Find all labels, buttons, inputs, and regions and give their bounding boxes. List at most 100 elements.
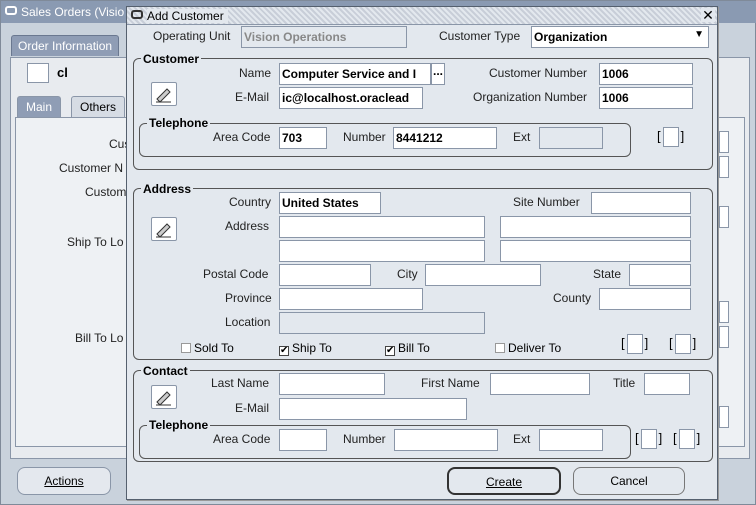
state-label: State [593,267,622,281]
close-icon[interactable]: ✕ [701,8,715,22]
bracket-close: ] [692,335,697,351]
bracket-close: ] [680,128,685,144]
customer-ext-field[interactable] [539,127,603,149]
subtab-others[interactable]: Others [71,96,126,117]
address-descriptive-flex-2[interactable]: [] [669,334,696,354]
postal-code-field[interactable] [279,264,371,286]
city-field[interactable] [425,264,541,286]
actions-button[interactable]: Actions [17,467,111,495]
create-label: Create [485,475,523,489]
contact-descriptive-flex-1[interactable]: [] [635,429,662,449]
title-field[interactable] [644,373,690,395]
address-line3-field[interactable] [279,240,485,262]
deliver-to-checkbox[interactable]: Deliver To [495,341,561,355]
actions-label: Actions [44,474,84,488]
customer-name-field[interactable]: Computer Service and I [279,63,431,85]
flex-field-box[interactable] [640,429,657,449]
address-line2-field[interactable] [500,216,691,238]
bg-field[interactable] [719,301,729,323]
bracket-close: ] [644,335,649,351]
province-field[interactable] [279,288,423,310]
county-field[interactable] [599,288,691,310]
contact-section-title: Contact [141,364,190,378]
create-button[interactable]: Create [447,467,561,495]
edit-customer-icon[interactable] [151,82,177,106]
folder-icon[interactable] [27,63,49,83]
first-name-label: First Name [421,376,480,390]
state-field[interactable] [629,264,691,286]
bracket-open: [ [673,430,677,446]
organization-number-field[interactable]: 1006 [599,87,693,109]
postal-code-label: Postal Code [203,267,269,281]
tab-order-information[interactable]: Order Information [11,35,120,56]
ship-to-checkbox[interactable]: ✔ Ship To [279,341,332,356]
window-icon [5,6,17,15]
address-descriptive-flex-1[interactable]: [] [621,334,648,354]
contact-email-field[interactable] [279,398,467,420]
chevron-down-icon: ▼ [694,29,704,40]
customer-phone-number-field[interactable]: 8441212 [393,127,497,149]
add-customer-dialog: Add Customer ✕ Operating Unit Vision Ope… [126,6,718,500]
customer-number-label: Customer Number [489,66,588,80]
sold-to-label: Sold To [194,341,234,355]
contact-ext-field[interactable] [539,429,603,451]
address-line1-field[interactable] [279,216,485,238]
contact-descriptive-flex-2[interactable]: [] [673,429,700,449]
customer-name-lov-button[interactable]: ... [431,63,445,85]
bg-label-ship-to: Ship To Lo [67,235,124,249]
checkbox-box[interactable] [181,343,191,353]
customer-area-code-field[interactable]: 703 [279,127,327,149]
check-icon[interactable]: ✔ [279,346,289,356]
site-number-field[interactable] [591,192,691,214]
bg-field[interactable] [719,206,729,228]
bg-field[interactable] [719,326,729,348]
operating-unit-field: Vision Operations [241,26,407,48]
site-number-label: Site Number [513,195,580,209]
deliver-to-label: Deliver To [508,341,562,355]
bg-label-customer-other: Custom [85,185,127,199]
bg-field[interactable] [719,156,729,178]
flex-field-box[interactable] [662,127,679,147]
bg-label-customer-number: Customer N [59,161,124,175]
customer-descriptive-flex[interactable]: [] [657,127,684,147]
bill-to-checkbox[interactable]: ✔ Bill To [385,341,430,356]
location-field [279,312,485,334]
bg-field[interactable] [719,131,729,153]
bg-field[interactable] [719,406,729,428]
cancel-button[interactable]: Cancel [573,467,685,495]
customer-email-label: E-Mail [235,90,270,104]
organization-number-label: Organization Number [473,90,588,104]
sold-to-checkbox[interactable]: Sold To [181,341,234,355]
county-label: County [553,291,592,305]
first-name-field[interactable] [490,373,590,395]
sales-orders-title: Sales Orders (Visio [21,5,125,19]
customer-number-field[interactable]: 1006 [599,63,693,85]
window-icon [131,10,143,19]
bracket-open: [ [635,430,639,446]
bill-to-label: Bill To [398,341,430,355]
customer-area-code-label: Area Code [213,130,271,144]
customer-type-select[interactable]: Organization ▼ [531,26,709,48]
contact-phone-number-field[interactable] [394,429,498,451]
check-icon[interactable]: ✔ [385,346,395,356]
bracket-open: [ [621,335,625,351]
flex-field-box[interactable] [678,429,695,449]
title-label: Title [613,376,636,390]
edit-address-icon[interactable] [151,217,177,241]
header-value: cl [57,65,68,80]
subtab-main[interactable]: Main [17,96,62,117]
edit-contact-icon[interactable] [151,385,177,409]
last-name-field[interactable] [279,373,385,395]
flex-field-box[interactable] [674,334,691,354]
address-line4-field[interactable] [500,240,691,262]
location-label: Location [225,315,271,329]
dialog-titlebar[interactable]: Add Customer ✕ [127,7,717,25]
bg-label-bill-to: Bill To Lo [75,331,124,345]
bracket-open: [ [669,335,673,351]
checkbox-box[interactable] [495,343,505,353]
customer-email-field[interactable]: ic@localhost.oraclead [279,87,423,109]
flex-field-box[interactable] [626,334,643,354]
country-field[interactable]: United States [279,192,381,214]
contact-area-code-field[interactable] [279,429,327,451]
customer-ext-label: Ext [513,130,531,144]
